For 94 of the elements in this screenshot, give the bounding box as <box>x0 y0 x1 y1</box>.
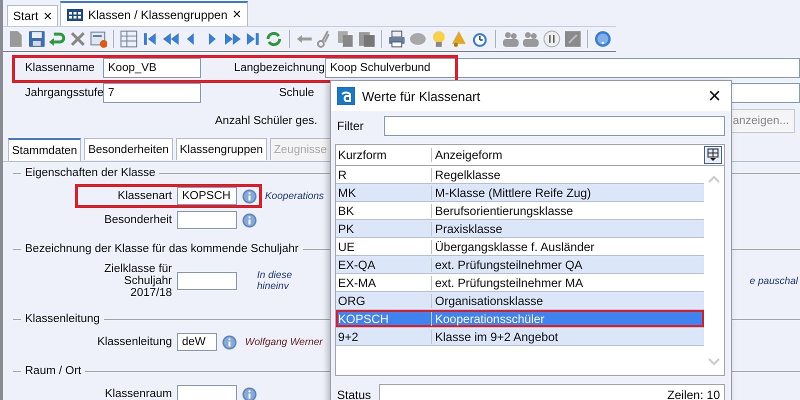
undo-icon[interactable] <box>48 30 66 48</box>
form-icon[interactable] <box>90 30 108 48</box>
hint-text: In diese <box>257 270 292 281</box>
hint-text: hineinv <box>257 281 290 292</box>
list-row[interactable]: 9+2 Klasse im 9+2 Angebot <box>336 328 704 346</box>
info-icon[interactable] <box>242 386 257 400</box>
section-title: Klassenleitung <box>25 313 100 325</box>
dialog-title: Werte für Klassenart <box>362 88 480 104</box>
info-icon[interactable] <box>222 334 237 350</box>
filter-field[interactable] <box>384 116 725 136</box>
tab-label: Start <box>13 9 38 23</box>
refresh-icon[interactable] <box>265 30 283 48</box>
document-tab[interactable]: Klassen / Klassengruppen × <box>60 1 248 26</box>
close-button[interactable]: × <box>232 7 242 22</box>
table-cell-text: Klasse im 9+2 Angebot <box>434 330 560 344</box>
field-label: Zielklasse für Schuljahr 2017/18 <box>103 263 172 299</box>
section-tab[interactable]: Klassengruppen <box>176 138 267 160</box>
section-title: Eigenschaften der Klasse <box>25 167 156 179</box>
table-cell: 9+2 <box>336 330 432 344</box>
table-cell: KOPSCH <box>336 312 432 326</box>
table-cell-text: Regelklasse <box>434 168 502 182</box>
hint-text: Kooperations <box>265 190 324 202</box>
field-label: Status <box>337 388 372 400</box>
text-field[interactable]: Koop_VB <box>103 58 201 78</box>
list-row[interactable]: R Regelklasse <box>336 166 704 184</box>
column-chooser-icon[interactable] <box>704 146 722 164</box>
section-title: Raum / Ort <box>25 365 82 377</box>
field-label: Langbezeichnung <box>234 62 325 74</box>
list-row[interactable]: ORG Organisationsklasse <box>336 292 704 310</box>
table-cell: UE <box>336 240 432 254</box>
hint-text: e pauschal <box>750 276 798 286</box>
field-label: Klassenraum <box>104 388 172 400</box>
delete-icon[interactable] <box>69 30 87 48</box>
section-title: Bezeichnung der Klasse für das kommende Schuljahr <box>25 243 299 255</box>
list-row[interactable]: EX-MA ext. Prüfungsteilnehmer MA <box>336 274 704 292</box>
field-label: Klassenname <box>24 62 96 74</box>
list-row[interactable]: PK Praxisklasse <box>336 220 704 238</box>
table-cell-text: Berufsorientierungsklasse <box>434 204 574 218</box>
table-cell-text: Übergangsklasse f. Ausländer <box>434 240 596 254</box>
table-cell-text: Kooperationsschüler <box>434 312 546 326</box>
text-field[interactable]: KOPSCH <box>177 187 237 205</box>
table-cell-text: Organisationsklasse <box>434 294 544 308</box>
app-logo-icon <box>337 87 355 105</box>
section-tab[interactable]: Besonderheiten <box>84 138 173 160</box>
table-cell: R <box>336 168 432 182</box>
close-button[interactable]: × <box>708 85 721 107</box>
alarm-clock-icon[interactable] <box>471 30 489 48</box>
list-row[interactable]: MK M-Klasse (Mittlere Reife Zug) <box>336 184 704 202</box>
field-label: Besonderheit <box>103 214 172 226</box>
text-field[interactable] <box>177 385 237 400</box>
column-header[interactable]: Kurzform <box>336 148 432 162</box>
table-cell-text: Praxisklasse <box>434 222 504 236</box>
table-icon <box>67 8 84 20</box>
note-icon[interactable] <box>564 30 582 48</box>
copy-icon[interactable] <box>337 30 355 48</box>
text-field[interactable] <box>177 272 237 290</box>
table-cell: EX-MA <box>336 276 432 290</box>
table-cell-text: ext. Prüfungsteilnehmer QA <box>434 258 584 272</box>
list-row[interactable]: BK Berufsorientierungsklasse <box>336 202 704 220</box>
table-cell-text: M-Klasse (Mittlere Reife Zug) <box>434 186 592 200</box>
list-row[interactable]: EX-QA ext. Prüfungsteilnehmer QA <box>336 256 704 274</box>
rewind-icon[interactable] <box>162 30 180 48</box>
list-row[interactable]: KOPSCH Kooperationsschüler <box>336 310 704 328</box>
table-cell: EX-QA <box>336 258 432 272</box>
table-cell-text: ext. Prüfungsteilnehmer MA <box>434 276 584 290</box>
close-button[interactable]: × <box>43 8 52 24</box>
text-field[interactable]: 7 <box>103 82 201 102</box>
text-field[interactable] <box>177 211 237 229</box>
table-cell: ORG <box>336 294 432 308</box>
field-label: Filter <box>337 119 364 133</box>
table-cell: PK <box>336 222 432 236</box>
table-cell: BK <box>336 204 432 218</box>
column-header[interactable]: Anzeigeform <box>432 148 704 162</box>
people-icon[interactable] <box>502 30 520 48</box>
table-icon[interactable] <box>120 30 138 48</box>
hint-text: Wolfgang Werner <box>245 336 323 348</box>
section-tab[interactable]: Stammdaten <box>8 138 82 161</box>
paste-icon[interactable] <box>358 30 376 48</box>
save-icon[interactable] <box>28 30 46 48</box>
field-label: Klassenart <box>116 190 172 202</box>
print-icon[interactable] <box>388 30 406 48</box>
status-field: Zeilen: 10 <box>379 384 725 400</box>
table-cell: MK <box>336 186 432 200</box>
list-row[interactable]: UE Übergangsklasse f. Ausländer <box>336 238 704 256</box>
field-label: Klassenleitung <box>96 336 172 348</box>
field-label: Anzahl Schüler ges. <box>215 115 318 127</box>
field-label: Schule <box>279 86 315 98</box>
info-icon[interactable] <box>242 188 257 204</box>
document-tab[interactable]: Start × <box>7 5 58 26</box>
info-icon[interactable] <box>242 212 257 228</box>
field-label: Jahrgangsstufe <box>24 86 103 98</box>
tab-label: Klassen / Klassengruppen <box>88 8 228 22</box>
text-field[interactable]: Koop Schulverbund <box>325 58 800 78</box>
text-field[interactable]: deW <box>177 333 217 351</box>
